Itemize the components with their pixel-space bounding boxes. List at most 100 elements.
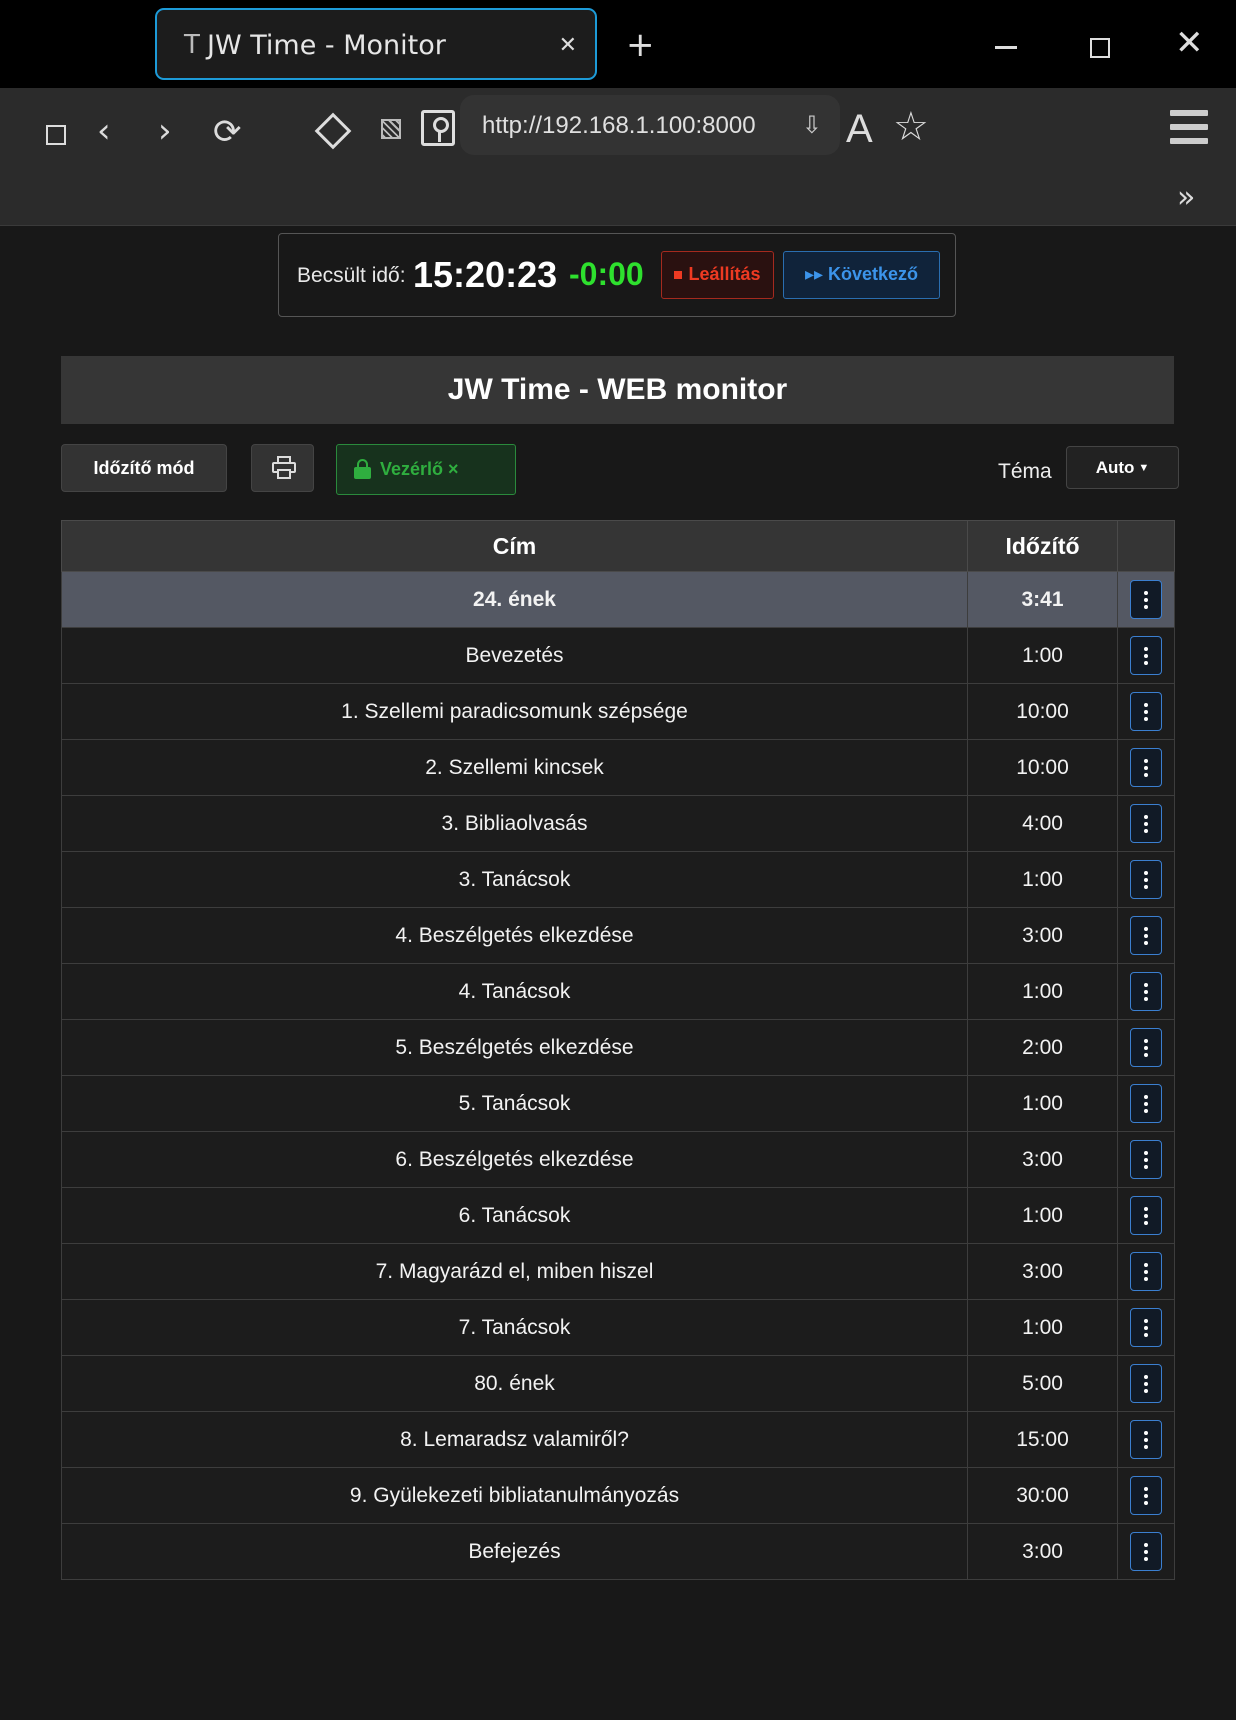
sidebar-icon[interactable] [46,125,66,145]
kebab-icon[interactable] [1130,1308,1162,1347]
kebab-icon[interactable] [1130,1196,1162,1235]
row-title: 5. Beszélgetés elkezdése [61,1019,968,1076]
row-timer: 1:00 [967,1299,1118,1356]
table-row[interactable]: 6. Beszélgetés elkezdése 3:00 [61,1131,1175,1188]
table-row[interactable]: 3. Bibliaolvasás 4:00 [61,795,1175,852]
row-title: 6. Beszélgetés elkezdése [61,1131,968,1188]
stop-button[interactable]: Leállítás [661,251,774,299]
table-row[interactable]: 7. Tanácsok 1:00 [61,1299,1175,1356]
menu-icon[interactable] [1170,110,1208,144]
kebab-icon[interactable] [1130,1476,1162,1515]
row-actions [1117,1411,1175,1468]
row-actions [1117,627,1175,684]
url-text[interactable]: http://192.168.1.100:8000 [482,112,756,140]
table-row[interactable]: 4. Tanácsok 1:00 [61,963,1175,1020]
row-timer: 1:00 [967,627,1118,684]
table-row[interactable]: 5. Beszélgetés elkezdése 2:00 [61,1019,1175,1076]
table-row[interactable]: Befejezés 3:00 [61,1523,1175,1580]
row-timer: 10:00 [967,739,1118,796]
schedule-rows: 24. ének 3:41 Bevezetés 1:00 1. Szellemi par… [61,571,1175,1580]
print-button[interactable] [251,444,314,492]
row-timer: 3:00 [967,1131,1118,1188]
minimize-icon[interactable] [995,46,1017,49]
key-icon[interactable] [421,110,455,146]
more-icon[interactable]: » [1177,183,1195,213]
kebab-icon[interactable] [1130,1252,1162,1291]
table-row[interactable]: 7. Magyarázd el, miben hiszel 3:00 [61,1243,1175,1300]
table-row[interactable]: 8. Lemaradsz valamiről? 15:00 [61,1411,1175,1468]
back-icon[interactable]: ‹ [97,114,111,148]
forward-icon[interactable]: › [158,114,172,148]
column-header-title: Cím [61,520,968,572]
row-timer: 3:00 [967,1243,1118,1300]
table-row[interactable]: 5. Tanácsok 1:00 [61,1075,1175,1132]
table-row[interactable]: 80. ének 5:00 [61,1355,1175,1412]
kebab-icon[interactable] [1130,580,1162,619]
schedule-table: Cím Időzítő 24. ének 3:41 Bevezetés 1:00 1. … [61,520,1175,1580]
row-title: 2. Szellemi kincsek [61,739,968,796]
row-timer: 3:41 [967,571,1118,628]
star-icon[interactable]: ☆ [893,107,929,147]
browser-tab[interactable]: T JW Time - Monitor ✕ [155,8,597,80]
lock-icon [354,459,371,479]
kebab-icon[interactable] [1130,1028,1162,1067]
row-title: 3. Bibliaolvasás [61,795,968,852]
row-timer: 1:00 [967,851,1118,908]
kebab-icon[interactable] [1130,972,1162,1011]
controller-label: Vezérlő × [380,459,459,479]
kebab-icon[interactable] [1130,1364,1162,1403]
maximize-icon[interactable] [1090,38,1110,58]
hatched-icon[interactable] [381,119,401,139]
row-timer: 1:00 [967,1075,1118,1132]
row-actions [1117,1355,1175,1412]
table-row[interactable]: 1. Szellemi paradicsomunk szépsége 10:00 [61,683,1175,740]
table-row[interactable]: 6. Tanácsok 1:00 [61,1187,1175,1244]
kebab-icon[interactable] [1130,860,1162,899]
row-actions [1117,1299,1175,1356]
reload-icon[interactable]: ⟳ [213,115,242,149]
close-icon[interactable]: ✕ [1175,26,1204,60]
kebab-icon[interactable] [1130,636,1162,675]
table-row[interactable]: 4. Beszélgetés elkezdése 3:00 [61,907,1175,964]
row-title: Bevezetés [61,627,968,684]
row-timer: 2:00 [967,1019,1118,1076]
column-header-timer: Időzítő [967,520,1118,572]
plus-icon[interactable]: + [626,28,655,62]
status-panel: Becsült idő: 15:20:23 -0:00 Leállítás ▸▸… [278,233,956,317]
row-title: 8. Lemaradsz valamiről? [61,1411,968,1468]
table-row[interactable]: 9. Gyülekezeti bibliatanulmányozás 30:00 [61,1467,1175,1524]
kebab-icon[interactable] [1130,1532,1162,1571]
reader-icon[interactable]: A [846,109,873,149]
theme-select[interactable]: Auto ▼ [1066,446,1179,489]
address-bar[interactable]: http://192.168.1.100:8000 ⇩ [460,95,840,155]
kebab-icon[interactable] [1130,804,1162,843]
table-row[interactable]: Bevezetés 1:00 [61,627,1175,684]
row-timer: 1:00 [967,963,1118,1020]
close-icon[interactable]: ✕ [559,32,577,58]
kebab-icon[interactable] [1130,1140,1162,1179]
row-timer: 5:00 [967,1355,1118,1412]
controller-button[interactable]: Vezérlő × [336,444,516,495]
row-timer: 1:00 [967,1187,1118,1244]
row-timer: 3:00 [967,907,1118,964]
kebab-icon[interactable] [1130,748,1162,787]
table-row[interactable]: 2. Szellemi kincsek 10:00 [61,739,1175,796]
row-title: 6. Tanácsok [61,1187,968,1244]
row-actions [1117,1523,1175,1580]
diamond-icon[interactable] [314,112,352,150]
tab-letter-icon: T [184,30,200,60]
next-button[interactable]: ▸▸ Következő [783,251,940,299]
kebab-icon[interactable] [1130,1420,1162,1459]
kebab-icon[interactable] [1130,692,1162,731]
kebab-icon[interactable] [1130,916,1162,955]
timer-mode-button[interactable]: Időzítő mód [61,444,227,492]
table-row[interactable]: 24. ének 3:41 [61,571,1175,628]
caret-down-icon: ▼ [1138,462,1150,474]
row-actions [1117,1467,1175,1524]
row-title: 24. ének [61,571,968,628]
tab-title: JW Time - Monitor [207,30,446,61]
table-row[interactable]: 3. Tanácsok 1:00 [61,851,1175,908]
kebab-icon[interactable] [1130,1084,1162,1123]
row-timer: 10:00 [967,683,1118,740]
download-icon[interactable]: ⇩ [802,111,822,140]
